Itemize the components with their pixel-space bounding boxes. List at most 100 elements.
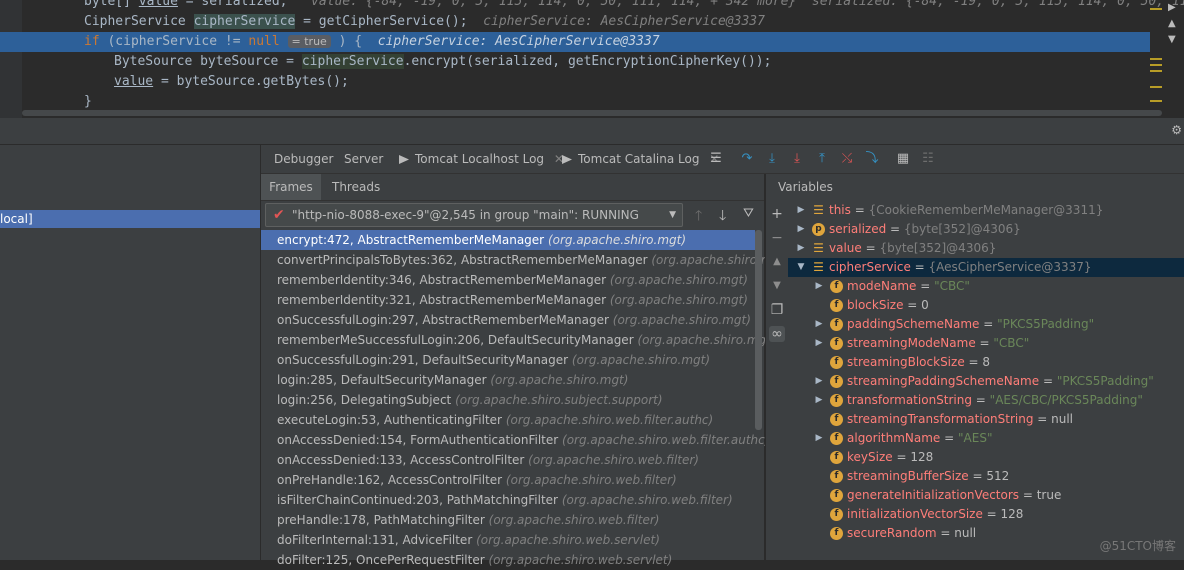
variable-row[interactable]: ▶ f modeName = "CBC": [788, 277, 1184, 296]
code-line[interactable]: CipherService cipherService = getCipherS…: [0, 12, 1150, 32]
stack-frame[interactable]: rememberMeSuccessfulLogin:206, DefaultSe…: [261, 330, 776, 350]
triangle-up-icon[interactable]: ▲: [1168, 16, 1182, 32]
frame-method: preHandle:178, PathMatchingFilter: [277, 513, 485, 527]
variable-text: value = {byte[352]@4306}: [829, 241, 997, 255]
variable-row[interactable]: ▼ ☰ cipherService = {AesCipherService@3337…: [788, 258, 1184, 277]
expand-arrow-icon[interactable]: ▶: [814, 315, 824, 334]
stack-frame[interactable]: preHandle:178, PathMatchingFilter (org.a…: [261, 510, 755, 530]
variable-row[interactable]: ▶ f streamingPaddingSchemeName = "PKCS5Pad…: [788, 372, 1184, 391]
filter-icon[interactable]: ⛛: [743, 206, 754, 221]
stack-frame[interactable]: convertPrincipalsToBytes:362, AbstractRe…: [261, 250, 789, 270]
error-stripe[interactable]: [1150, 0, 1164, 118]
stack-frame[interactable]: onSuccessfulLogin:297, AbstractRememberM…: [261, 310, 755, 330]
drop-frame-icon[interactable]: ⤯: [839, 151, 855, 167]
variable-row[interactable]: ▶ p serialized = {byte[352]@4306}: [788, 220, 1184, 239]
step-into-icon[interactable]: ⤓: [789, 151, 805, 167]
move-up-icon[interactable]: ▲: [769, 254, 785, 270]
arrow-up-icon[interactable]: 🡑: [695, 205, 702, 229]
stripe-mark[interactable]: [1150, 64, 1162, 66]
expand-arrow-icon[interactable]: ▶: [814, 372, 824, 391]
tab-debugger[interactable]: Debugger: [274, 145, 333, 173]
variable-row[interactable]: f streamingBufferSize = 512: [788, 467, 1184, 486]
watches-toggle-icon[interactable]: ∞: [769, 326, 785, 342]
expand-arrow-icon[interactable]: ▶: [796, 239, 806, 258]
parameter-icon: p: [812, 223, 825, 236]
tab-threads[interactable]: Threads: [332, 174, 380, 200]
variable-row[interactable]: ▶ ☰ value = {byte[352]@4306}: [788, 239, 1184, 258]
tab-server[interactable]: Server: [344, 145, 383, 173]
remove-watch-icon[interactable]: −: [769, 230, 785, 246]
variables-title: Variables: [778, 180, 833, 194]
thread-select[interactable]: ✔ "http-nio-8088-exec-9"@2,545 in group …: [265, 203, 683, 227]
variable-row[interactable]: f blockSize = 0: [788, 296, 1184, 315]
menu-icon[interactable]: ☰: [708, 151, 724, 167]
expand-arrow-icon[interactable]: ▶: [814, 277, 824, 296]
stack-frame[interactable]: doFilter:125, OncePerRequestFilter (org.…: [261, 550, 755, 570]
variable-row[interactable]: f streamingTransformationString = null: [788, 410, 1184, 429]
code-line[interactable]: }: [0, 92, 1150, 112]
field-icon: f: [830, 375, 843, 388]
variable-name: streamingPaddingSchemeName: [847, 374, 1040, 388]
settings-icon[interactable]: ⚙: [1171, 123, 1182, 137]
show-execution-point-icon[interactable]: ↷: [739, 151, 755, 167]
stripe-mark[interactable]: [1150, 58, 1162, 60]
add-watch-icon[interactable]: +: [769, 206, 785, 222]
code-line[interactable]: value = byteSource.getBytes();: [0, 72, 1150, 92]
stack-frame[interactable]: executeLogin:53, AuthenticatingFilter (o…: [261, 410, 755, 430]
horizontal-scrollbar[interactable]: [22, 110, 1162, 116]
variable-row[interactable]: ▶ f paddingSchemeName = "PKCS5Padding": [788, 315, 1184, 334]
evaluate-expression-icon[interactable]: ▦: [895, 151, 911, 167]
expand-arrow-icon[interactable]: ▶: [814, 334, 824, 353]
triangle-right-icon[interactable]: ▶: [1168, 0, 1182, 16]
step-over-icon[interactable]: ⤓: [764, 151, 780, 167]
tab-label: Tomcat Localhost Log: [415, 152, 545, 166]
triangle-down-icon[interactable]: ▼: [1168, 32, 1182, 48]
variable-row[interactable]: ▶ f streamingModeName = "CBC": [788, 334, 1184, 353]
copy-icon[interactable]: ❐: [769, 302, 785, 318]
stack-frame[interactable]: isFilterChainContinued:203, PathMatching…: [261, 490, 755, 510]
stripe-mark[interactable]: [1150, 70, 1162, 72]
stack-frame[interactable]: onAccessDenied:133, AccessControlFilter …: [261, 450, 755, 470]
tab-tomcat-localhost-log[interactable]: Tomcat Localhost Log ✕: [399, 145, 564, 173]
step-out-icon[interactable]: ⤒: [814, 151, 830, 167]
stack-frame[interactable]: rememberIdentity:346, AbstractRememberMe…: [261, 270, 755, 290]
variable-row[interactable]: f generateInitializationVectors = true: [788, 486, 1184, 505]
expand-arrow-icon[interactable]: ▶: [814, 429, 824, 448]
variable-row[interactable]: f streamingBlockSize = 8: [788, 353, 1184, 372]
selected-item[interactable]: local]: [0, 210, 260, 228]
move-down-icon[interactable]: ▼: [769, 278, 785, 294]
expand-arrow-icon[interactable]: ▶: [814, 391, 824, 410]
stack-frame[interactable]: encrypt:472, AbstractRememberMeManager (…: [261, 230, 755, 250]
run-to-cursor-icon[interactable]: ⤵: [864, 151, 880, 167]
stripe-mark[interactable]: [1150, 86, 1162, 88]
trace-icon[interactable]: ☷: [920, 151, 936, 167]
variable-row[interactable]: ▶ f transformationString = "AES/CBC/PKCS5P…: [788, 391, 1184, 410]
tab-tomcat-catalina-log[interactable]: Tomcat Catalina Log ✕: [562, 145, 719, 173]
stack-frame[interactable]: login:285, DefaultSecurityManager (org.a…: [261, 370, 755, 390]
code-line[interactable]: ByteSource byteSource = cipherService.en…: [0, 52, 1150, 72]
code-editor[interactable]: byte[] value = serialized; value: {-84, …: [0, 0, 1184, 118]
variable-row[interactable]: f initializationVectorSize = 128: [788, 505, 1184, 524]
code-line[interactable]: byte[] value = serialized; value: {-84, …: [0, 0, 1184, 12]
left-tool-pane: local]: [0, 145, 261, 560]
arrow-down-icon[interactable]: 🡓: [719, 205, 726, 229]
variable-row[interactable]: f keySize = 128: [788, 448, 1184, 467]
variables-toolbar: + − ▲ ▼ ❐ ∞: [766, 200, 788, 560]
frames-scrollbar[interactable]: [755, 230, 762, 430]
stack-frame[interactable]: onSuccessfulLogin:291, DefaultSecurityMa…: [261, 350, 755, 370]
collapse-arrow-icon[interactable]: ▼: [796, 258, 806, 277]
stack-frame[interactable]: onPreHandle:162, AccessControlFilter (or…: [261, 470, 755, 490]
stack-frame[interactable]: login:256, DelegatingSubject (org.apache…: [261, 390, 755, 410]
stack-frame[interactable]: doFilterInternal:131, AdviceFilter (org.…: [261, 530, 755, 550]
stripe-mark[interactable]: [1150, 8, 1162, 10]
current-execution-line[interactable]: if (cipherService != null = true ) { cip…: [0, 32, 1150, 52]
variable-row[interactable]: ▶ ☰ this = {CookieRememberMeManager@3311}: [788, 201, 1184, 220]
stack-frame[interactable]: onAccessDenied:154, FormAuthenticationFi…: [261, 430, 769, 450]
variable-row[interactable]: ▶ f algorithmName = "AES": [788, 429, 1184, 448]
stripe-mark[interactable]: [1150, 100, 1162, 102]
expand-arrow-icon[interactable]: ▶: [796, 220, 806, 239]
expand-arrow-icon[interactable]: ▶: [796, 201, 806, 220]
stack-frame[interactable]: rememberIdentity:321, AbstractRememberMe…: [261, 290, 755, 310]
variable-name: this: [829, 203, 851, 217]
tab-frames[interactable]: Frames: [261, 174, 321, 200]
